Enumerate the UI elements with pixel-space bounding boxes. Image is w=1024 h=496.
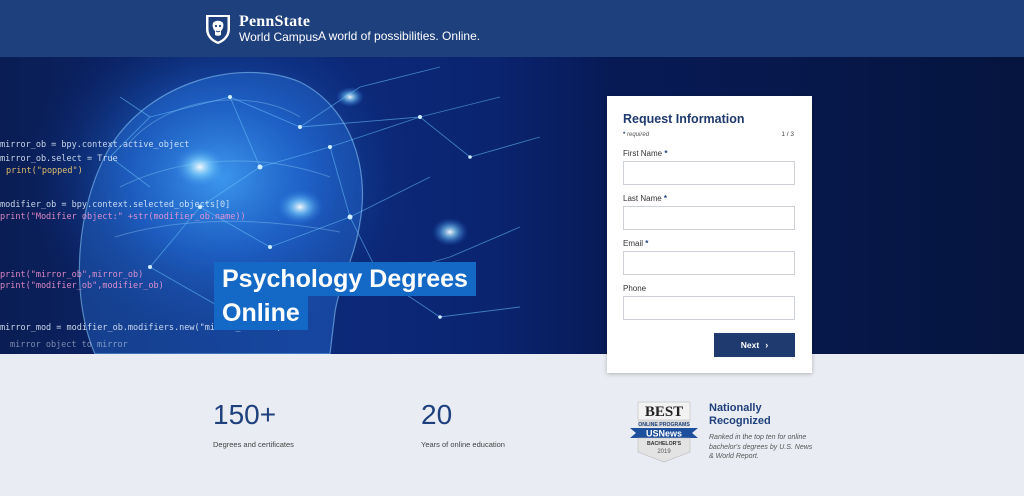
site-header: PennState World Campus A world of possib… — [0, 0, 1024, 57]
hero-banner: mirror_ob = bpy.context.active_object mi… — [0, 57, 1024, 354]
brand-wordmark[interactable]: PennState World Campus — [239, 13, 318, 44]
svg-text:BEST: BEST — [645, 404, 683, 420]
code-line: mirror_ob.select = True — [0, 154, 118, 164]
usnews-best-online-programs-badge: BEST ONLINE PROGRAMS USNews BACHELOR'S 2… — [630, 401, 698, 463]
required-note: * required — [623, 132, 650, 138]
stat-degrees-number: 150+ — [213, 399, 277, 430]
code-line: print("modifier_ob",modifier_ob) — [0, 281, 164, 291]
svg-text:ONLINE PROGRAMS: ONLINE PROGRAMS — [638, 422, 690, 428]
next-button[interactable]: Next › — [714, 333, 795, 357]
hero-title: Psychology Degrees Online — [214, 262, 476, 330]
first-name-field[interactable] — [623, 161, 795, 185]
last-name-label: Last Name * — [623, 194, 668, 203]
award-title: Nationally Recognized — [709, 402, 771, 427]
code-line: modifier_ob = bpy.context.selected_objec… — [0, 200, 230, 210]
form-title: Request Information — [623, 112, 745, 126]
code-line: mirror object to mirror — [10, 340, 128, 350]
brand-name: PennState — [239, 13, 311, 30]
brand-sub: World Campus — [239, 30, 319, 44]
last-name-field[interactable] — [623, 206, 795, 230]
phone-label: Phone — [623, 284, 647, 293]
hero-title-line2: Online — [214, 296, 308, 330]
first-name-label: First Name * — [623, 149, 668, 158]
form-step-indicator: 1 / 3 — [781, 131, 794, 138]
award-description: Ranked in the top ten for online bachelo… — [709, 434, 813, 460]
svg-text:BACHELOR'S: BACHELOR'S — [647, 441, 682, 447]
request-info-form: Request Information * required 1 / 3 Fir… — [607, 96, 812, 373]
hero-background-image: mirror_ob = bpy.context.active_object mi… — [0, 57, 541, 354]
stat-degrees-caption: Degrees and certificates — [213, 440, 294, 449]
email-field[interactable] — [623, 251, 795, 275]
stat-years-caption: Years of online education — [421, 440, 505, 449]
email-label: Email * — [623, 239, 649, 248]
header-tagline: A world of possibilities. Online. — [318, 29, 481, 43]
stat-years-number: 20 — [421, 399, 453, 430]
phone-field[interactable] — [623, 296, 795, 320]
svg-text:2019: 2019 — [657, 449, 671, 455]
nittany-lion-shield-icon[interactable] — [204, 13, 232, 45]
chevron-right-icon: › — [765, 340, 769, 350]
code-line: print("popped") — [6, 166, 83, 176]
next-button-label: Next — [740, 340, 760, 350]
hero-title-line1: Psychology Degrees — [214, 262, 476, 296]
code-line: print("mirror_ob",mirror_ob) — [0, 270, 143, 280]
code-line: mirror_ob = bpy.context.active_object — [0, 140, 189, 150]
code-line: print("Modifier object:" +str(modifier_o… — [0, 212, 246, 222]
svg-text:USNews: USNews — [646, 429, 682, 439]
